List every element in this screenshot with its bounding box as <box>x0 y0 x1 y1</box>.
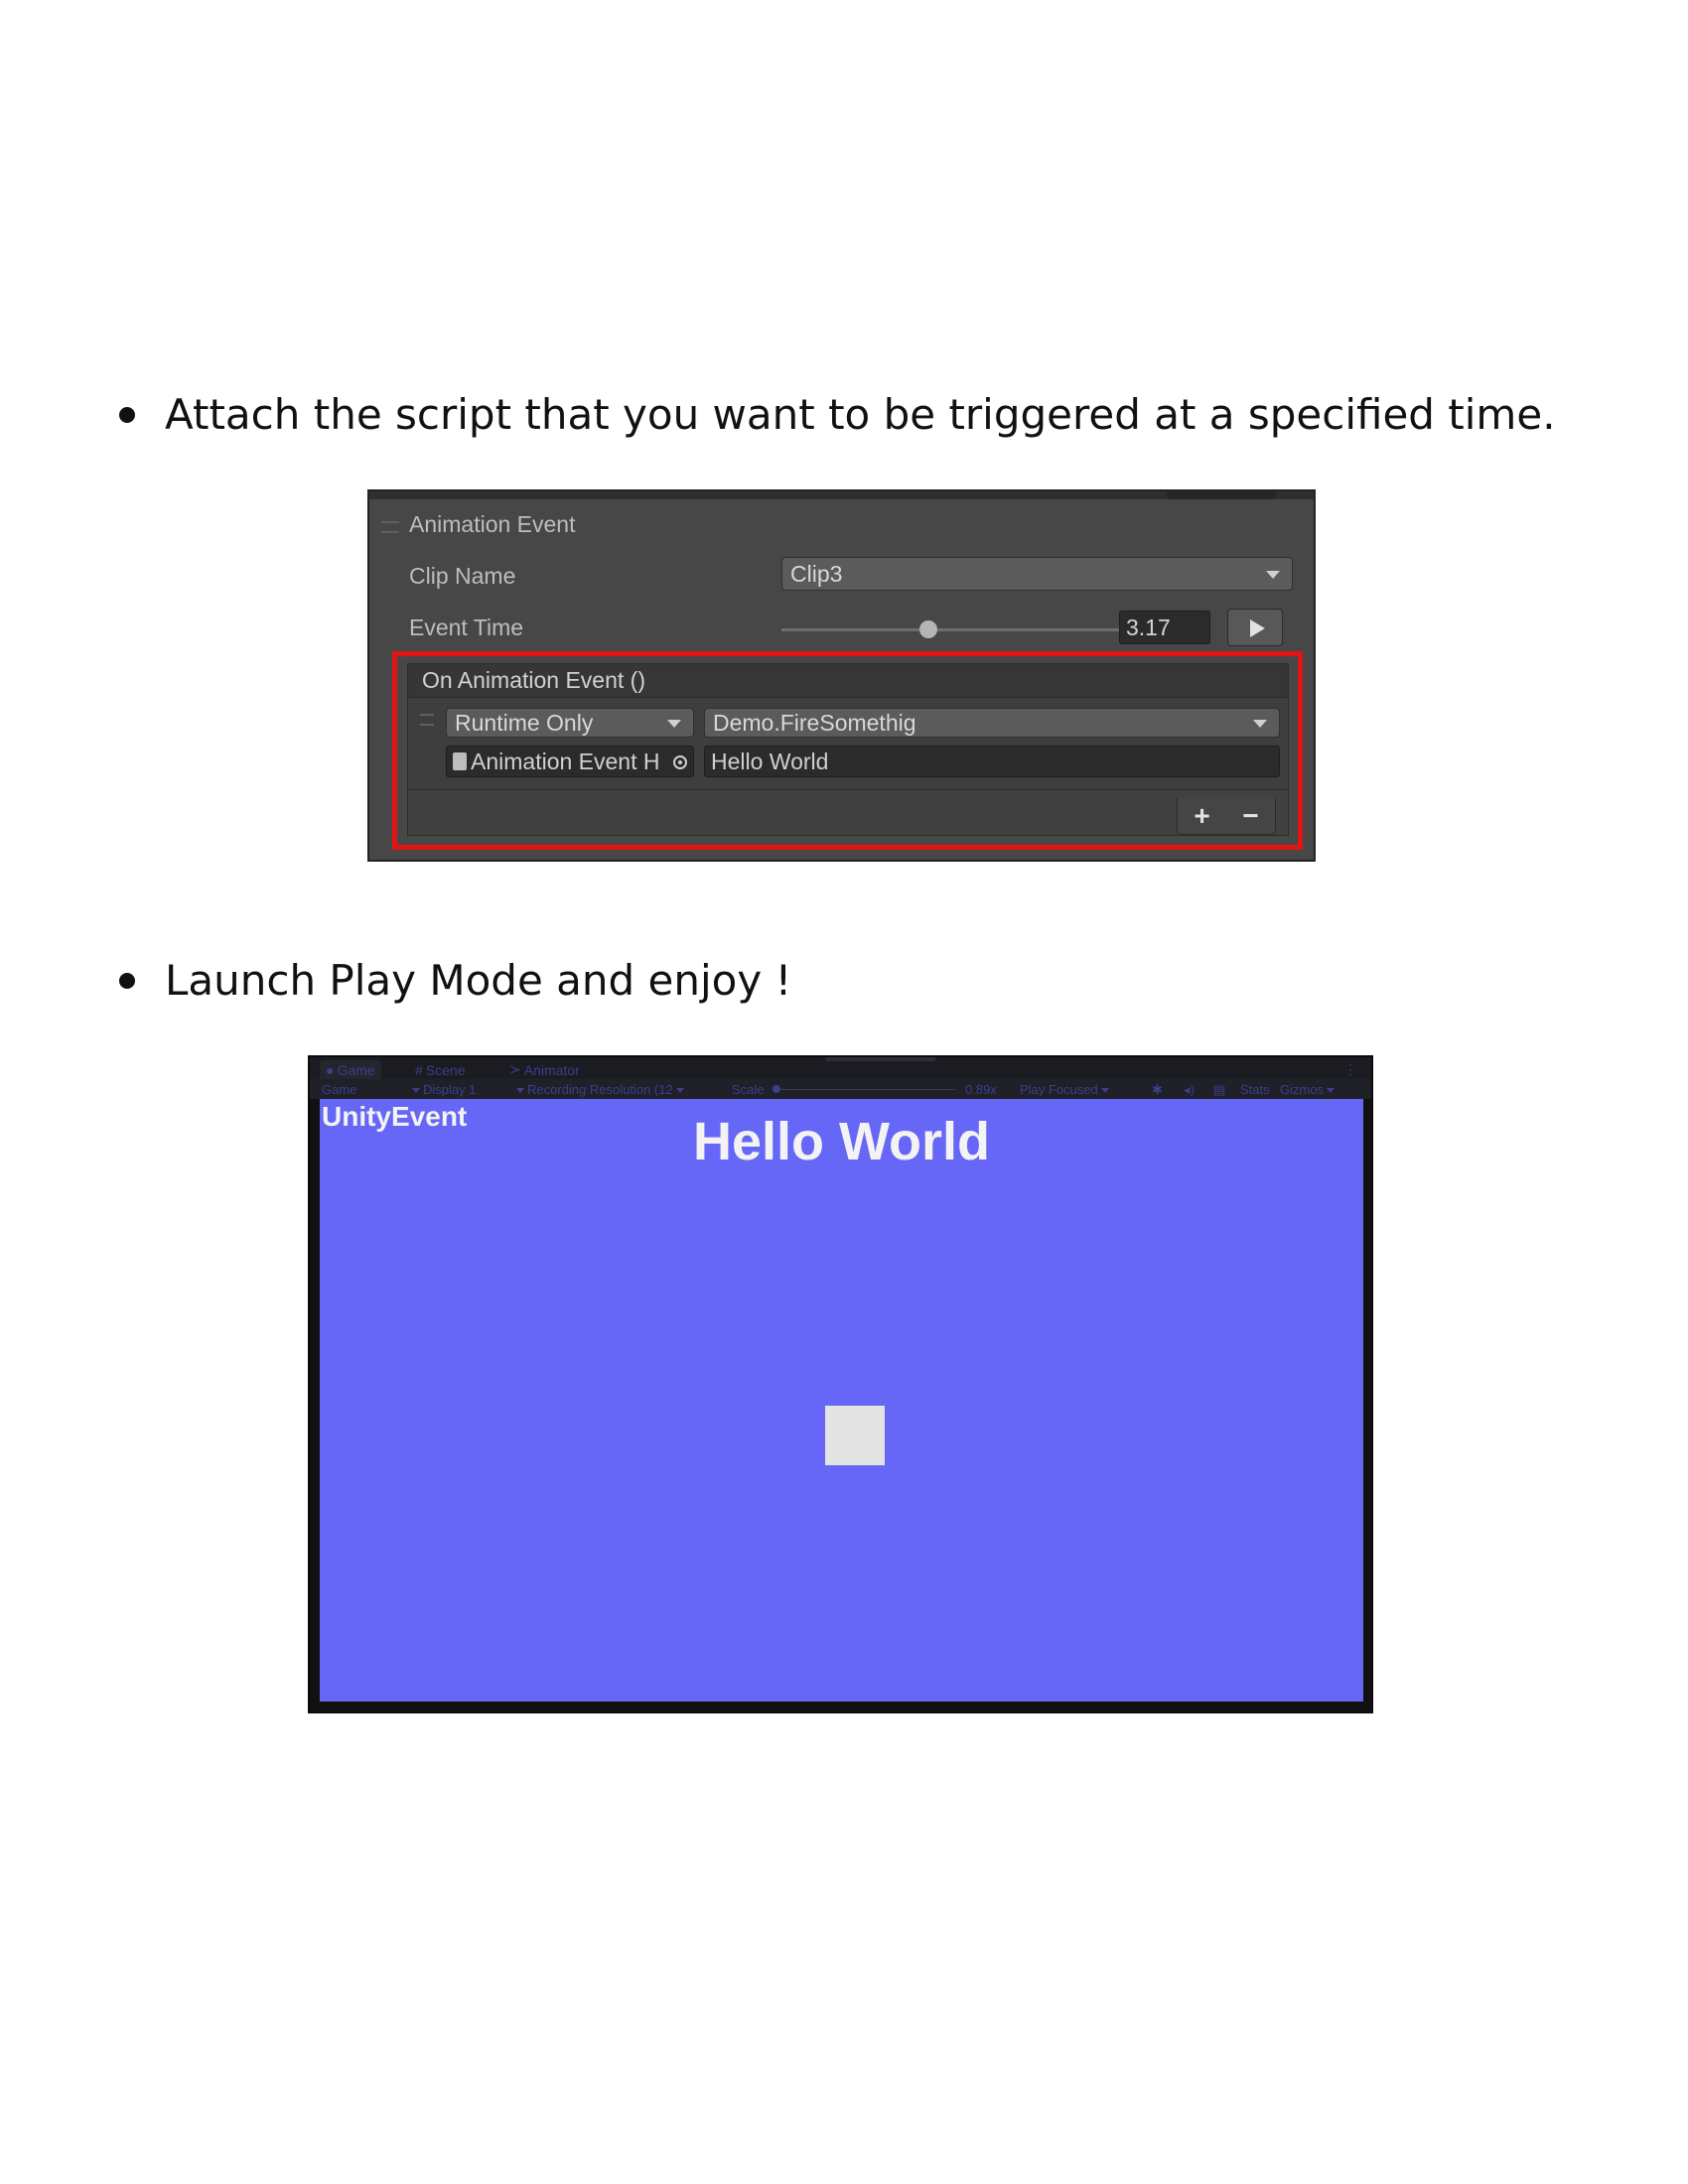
clip-name-dropdown[interactable]: Clip3 <box>781 557 1293 591</box>
chevron-down-icon <box>1266 571 1280 579</box>
bullet-dot <box>119 972 135 989</box>
inspector-top-bar <box>369 491 1314 499</box>
chevron-down-icon <box>1327 1088 1336 1094</box>
animation-event-inspector: Animation Event Clip Name Clip3 Event Ti… <box>367 489 1316 862</box>
clip-name-label: Clip Name <box>409 563 516 589</box>
game-viewport[interactable]: UnityEvent Hello World <box>320 1099 1363 1702</box>
play-icon <box>1250 619 1265 637</box>
editor-tab-bar: ● Game # Scene ≻ Animator ⋮ <box>310 1057 1371 1079</box>
game-window: ● Game # Scene ≻ Animator ⋮ Game Display… <box>308 1055 1373 1713</box>
game-toolbar: Game Display 1 Recording Resolution (12 … <box>310 1079 1371 1099</box>
play-focused-select[interactable]: Play Focused <box>1020 1082 1112 1097</box>
animator-icon: ≻ <box>509 1061 521 1077</box>
stats-button[interactable]: Stats <box>1240 1082 1270 1097</box>
grid-icon: # <box>415 1061 423 1078</box>
scale-slider-track[interactable] <box>776 1089 955 1090</box>
chevron-down-icon <box>412 1088 420 1094</box>
game-mode-select[interactable]: Game <box>322 1082 356 1097</box>
bullet-play-mode: Launch Play Mode and enjoy ! <box>119 956 791 1005</box>
more-options-icon[interactable]: ⋮ <box>1337 1060 1363 1079</box>
bullet-attach-script: Attach the script that you want to be tr… <box>119 390 1556 439</box>
component-title: Animation Event <box>409 511 576 537</box>
hello-world-text: Hello World <box>692 1112 990 1171</box>
tab-animator[interactable]: ≻ Animator <box>503 1060 586 1079</box>
red-highlight-box <box>392 651 1303 850</box>
white-cube <box>825 1406 885 1465</box>
bug-icon[interactable]: ✱ <box>1152 1082 1163 1098</box>
tab-scene[interactable]: # Scene <box>409 1060 472 1079</box>
keyboard-icon[interactable]: ▤ <box>1213 1082 1225 1098</box>
scale-label: Scale <box>732 1082 765 1097</box>
bullet-dot <box>119 406 135 423</box>
audio-icon[interactable]: ◂) <box>1184 1082 1195 1098</box>
gamepad-icon: ● <box>326 1061 335 1078</box>
tab-game[interactable]: ● Game <box>320 1060 381 1079</box>
bullet-text: Launch Play Mode and enjoy ! <box>165 956 792 1005</box>
event-time-slider-track[interactable] <box>781 628 1119 631</box>
gizmos-button[interactable]: Gizmos <box>1280 1082 1337 1097</box>
clip-name-value: Clip3 <box>790 560 843 587</box>
preview-play-button[interactable] <box>1227 609 1283 646</box>
resolution-select[interactable]: Recording Resolution (12 <box>513 1082 687 1097</box>
drag-handle-icon[interactable] <box>381 521 399 533</box>
chevron-down-icon <box>516 1088 524 1094</box>
scale-value: 0.89x <box>965 1082 997 1097</box>
event-time-field[interactable]: 3.17 <box>1119 611 1210 644</box>
chevron-down-icon <box>1100 1088 1109 1094</box>
event-time-label: Event Time <box>409 614 524 640</box>
event-time-slider-thumb[interactable] <box>919 620 937 638</box>
bullet-text: Attach the script that you want to be tr… <box>165 390 1556 439</box>
scale-slider-thumb[interactable] <box>773 1085 780 1093</box>
display-select[interactable]: Display 1 <box>409 1082 476 1097</box>
